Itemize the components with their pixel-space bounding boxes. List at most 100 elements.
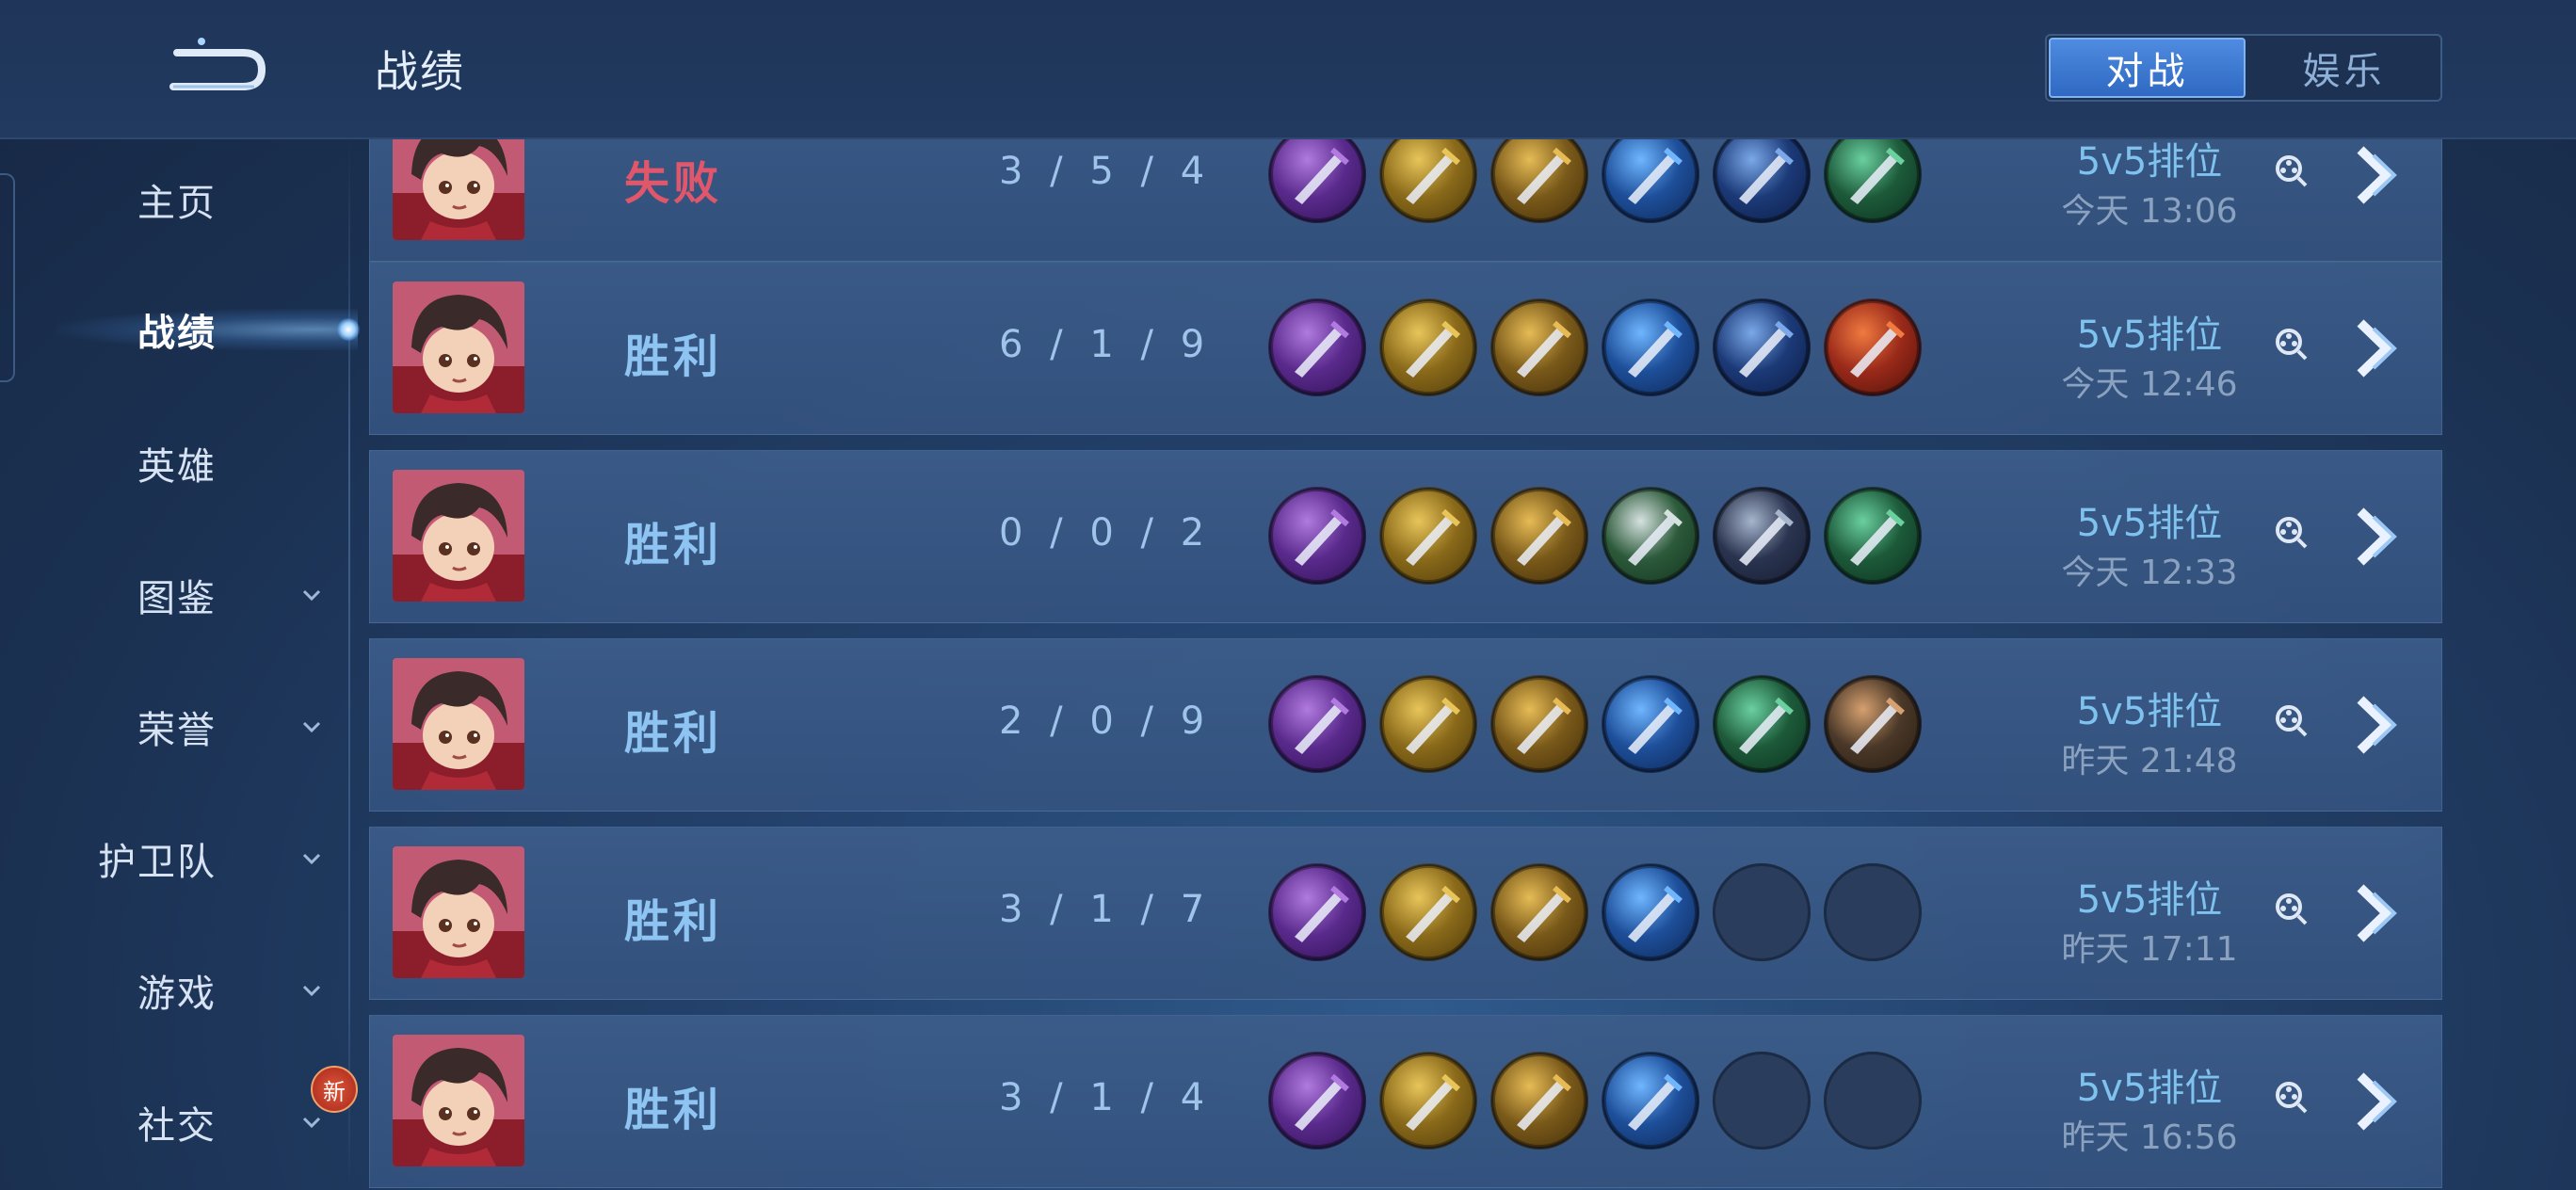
- chevron-right-icon[interactable]: [2349, 315, 2406, 381]
- replay-icon[interactable]: [2272, 1078, 2310, 1116]
- replay-icon[interactable]: [2272, 152, 2310, 189]
- hero-avatar: [393, 281, 524, 413]
- green-dagger-icon: [1824, 487, 1922, 585]
- game-mode: 5v5排位: [2076, 1067, 2223, 1110]
- hero-avatar: [393, 658, 524, 790]
- game-mode: 5v5排位: [2076, 878, 2223, 922]
- match-result: 失败: [624, 157, 723, 210]
- chevron-down-icon: [302, 853, 321, 865]
- sidebar-item-label: 英雄: [137, 445, 217, 489]
- sidebar-item-label: 图鉴: [137, 577, 217, 620]
- gold-boots-icon: [1379, 137, 1477, 223]
- gold-blade-icon: [1490, 863, 1588, 961]
- gold-boots-icon: [1379, 863, 1477, 961]
- blue-sword-icon: [1602, 863, 1699, 961]
- chevron-right-icon[interactable]: [2349, 692, 2406, 758]
- hero-avatar: [393, 470, 524, 602]
- chevron-right-icon[interactable]: [2349, 504, 2406, 570]
- sidebar-item-records[interactable]: 战绩: [0, 282, 360, 377]
- sidebar-item-social[interactable]: 社交: [0, 1075, 350, 1169]
- chevron-right-icon[interactable]: [2349, 1069, 2406, 1134]
- empty-item-slot: [1824, 863, 1922, 961]
- match-result: 胜利: [624, 707, 723, 760]
- kda-score: 3 / 1 / 4: [999, 1076, 1213, 1119]
- replay-icon[interactable]: [2272, 325, 2310, 362]
- match-row[interactable]: 胜利 0 / 0 / 2 5v5排位 今天 12:33: [369, 450, 2442, 623]
- sidebar-item-game[interactable]: 游戏: [0, 943, 350, 1037]
- purple-axe-icon: [1268, 863, 1366, 961]
- match-row[interactable]: 胜利 6 / 1 / 9 5v5排位 今天 12:46: [369, 262, 2442, 435]
- tab-entertainment[interactable]: 娱乐: [2247, 36, 2440, 100]
- hero-avatar: [393, 137, 524, 240]
- gold-blade-icon: [1490, 487, 1588, 585]
- item-build: [1268, 863, 1922, 961]
- sidebar-item-label: 社交: [137, 1104, 217, 1148]
- item-build: [1268, 675, 1922, 773]
- match-result: 胜利: [624, 330, 723, 383]
- top-bar: 战绩 对战 娱乐: [0, 0, 2576, 139]
- gold-blade-icon: [1490, 1052, 1588, 1150]
- match-time: 昨天 21:48: [2061, 742, 2238, 780]
- blue-sword-icon: [1602, 675, 1699, 773]
- green-dagger-icon: [1713, 675, 1811, 773]
- gold-boots-icon: [1379, 1052, 1477, 1150]
- sidebar: 主页 战绩 英雄 图鉴 荣誉 护卫队 游戏 社交: [0, 137, 360, 1190]
- dark-staff-icon: [1713, 487, 1811, 585]
- sidebar-item-honor[interactable]: 荣誉: [0, 680, 350, 774]
- purple-axe-icon: [1268, 137, 1366, 223]
- item-build: [1268, 137, 1922, 223]
- kda-score: 0 / 0 / 2: [999, 511, 1213, 555]
- match-time: 今天 13:06: [2061, 192, 2238, 231]
- sidebar-item-guard-team[interactable]: 护卫队: [0, 812, 350, 906]
- purple-axe-icon: [1268, 675, 1366, 773]
- gold-boots-icon: [1379, 675, 1477, 773]
- match-result: 胜利: [624, 1084, 723, 1136]
- sidebar-item-home[interactable]: 主页: [0, 153, 350, 247]
- gold-blade-icon: [1490, 298, 1588, 396]
- sidebar-item-heroes[interactable]: 英雄: [0, 416, 350, 510]
- chevron-down-icon: [302, 721, 321, 733]
- gold-boots-icon: [1379, 298, 1477, 396]
- purple-axe-icon: [1268, 487, 1366, 585]
- hero-avatar: [393, 846, 524, 978]
- sidebar-item-codex[interactable]: 图鉴: [0, 548, 350, 642]
- replay-icon[interactable]: [2272, 890, 2310, 927]
- match-row[interactable]: 失败 3 / 5 / 4 5v5排位 今天 13:06: [369, 137, 2442, 262]
- replay-icon[interactable]: [2272, 513, 2310, 551]
- red-spear-icon: [1824, 298, 1922, 396]
- match-list[interactable]: 失败 3 / 5 / 4 5v5排位 今天 13:06 胜利 6 / 1 / 9…: [369, 137, 2444, 1190]
- item-build: [1268, 487, 1922, 585]
- match-time: 今天 12:46: [2061, 365, 2238, 404]
- game-mode: 5v5排位: [2076, 690, 2223, 733]
- empty-item-slot: [1713, 863, 1811, 961]
- gold-boots-icon: [1379, 487, 1477, 585]
- blue-sword-icon: [1602, 298, 1699, 396]
- replay-icon[interactable]: [2272, 701, 2310, 739]
- blue-bow-icon: [1713, 137, 1811, 223]
- match-time: 昨天 17:11: [2061, 930, 2238, 969]
- match-row[interactable]: 胜利 2 / 0 / 9 5v5排位 昨天 21:48: [369, 638, 2442, 812]
- game-mode: 5v5排位: [2076, 502, 2223, 545]
- match-row[interactable]: 胜利 3 / 1 / 4 5v5排位 昨天 16:56: [369, 1015, 2442, 1188]
- mode-tabs: 对战 娱乐: [2045, 34, 2442, 102]
- purple-axe-icon: [1268, 1052, 1366, 1150]
- blue-sword-icon: [1602, 1052, 1699, 1150]
- sidebar-item-label: 主页: [137, 182, 217, 225]
- chevron-right-icon[interactable]: [2349, 142, 2406, 208]
- green-dagger-icon: [1824, 137, 1922, 223]
- chevron-down-icon: [302, 589, 321, 602]
- item-build: [1268, 1052, 1922, 1150]
- empty-item-slot: [1824, 1052, 1922, 1150]
- bronze-gauntlet-icon: [1824, 675, 1922, 773]
- kda-score: 2 / 0 / 9: [999, 700, 1213, 743]
- chevron-right-icon[interactable]: [2349, 880, 2406, 946]
- match-row[interactable]: 胜利 3 / 1 / 7 5v5排位 昨天 17:11: [369, 827, 2442, 1000]
- hero-avatar: [393, 1035, 524, 1166]
- blue-bow-icon: [1713, 298, 1811, 396]
- kda-score: 6 / 1 / 9: [999, 323, 1213, 366]
- tab-battle[interactable]: 对战: [2049, 38, 2246, 98]
- back-icon[interactable]: [160, 32, 273, 98]
- sidebar-item-label: 游戏: [137, 973, 217, 1016]
- sidebar-item-label: 护卫队: [98, 841, 217, 884]
- kda-score: 3 / 5 / 4: [999, 150, 1213, 193]
